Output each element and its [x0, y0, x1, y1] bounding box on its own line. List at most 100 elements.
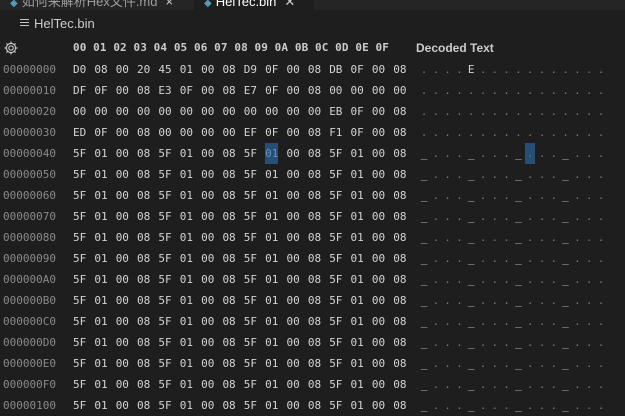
hex-byte[interactable]: 00 [201, 227, 214, 248]
decoded-char[interactable]: . [572, 143, 582, 164]
decoded-char[interactable]: . [584, 143, 594, 164]
decoded-char[interactable]: . [502, 143, 512, 164]
hex-byte[interactable]: 01 [265, 269, 278, 290]
hex-byte[interactable]: 5F [158, 269, 171, 290]
hex-byte[interactable]: 01 [265, 143, 279, 164]
decoded-char[interactable]: . [584, 80, 594, 101]
decoded-char[interactable]: . [478, 269, 488, 290]
decoded-char[interactable]: _ [513, 206, 523, 227]
hex-byte[interactable]: ED [73, 122, 86, 143]
hex-byte[interactable]: 01 [351, 248, 364, 269]
hex-byte[interactable]: 00 [372, 248, 385, 269]
hex-byte[interactable]: 00 [201, 353, 214, 374]
hex-byte[interactable]: 08 [137, 311, 150, 332]
hex-byte[interactable]: 01 [94, 269, 107, 290]
decoded-char[interactable]: _ [419, 227, 429, 248]
decoded-char[interactable]: . [478, 80, 488, 101]
decoded-char[interactable]: . [478, 395, 488, 416]
decoded-char[interactable]: _ [466, 395, 476, 416]
hex-byte[interactable]: 00 [329, 80, 342, 101]
hex-byte[interactable]: 08 [137, 374, 150, 395]
hex-byte[interactable]: 00 [372, 101, 385, 122]
hex-byte[interactable]: 01 [180, 395, 193, 416]
decoded-char[interactable]: _ [419, 374, 429, 395]
decoded-char[interactable]: . [561, 122, 571, 143]
decoded-char[interactable]: . [537, 101, 547, 122]
decoded-char[interactable]: . [537, 143, 547, 164]
decoded-char[interactable]: . [525, 164, 535, 185]
decoded-char[interactable]: . [572, 353, 582, 374]
hex-byte[interactable]: 5F [329, 164, 342, 185]
decoded-char[interactable]: . [454, 101, 464, 122]
hex-byte[interactable]: 01 [94, 290, 107, 311]
decoded-char[interactable]: . [454, 311, 464, 332]
decoded-char[interactable]: . [502, 80, 512, 101]
decoded-char[interactable]: . [490, 353, 500, 374]
decoded-char[interactable]: . [561, 80, 571, 101]
decoded-char[interactable]: . [454, 164, 464, 185]
decoded-char[interactable]: . [443, 59, 453, 80]
hex-byte[interactable]: 00 [287, 353, 300, 374]
hex-byte[interactable]: 5F [158, 332, 171, 353]
decoded-char[interactable]: . [513, 101, 523, 122]
hex-byte[interactable]: 01 [351, 185, 364, 206]
hex-byte[interactable]: 01 [94, 374, 107, 395]
decoded-char[interactable]: . [502, 290, 512, 311]
hex-byte[interactable]: 00 [201, 332, 214, 353]
hex-byte[interactable]: 0F [265, 122, 278, 143]
hex-byte[interactable]: 01 [94, 164, 107, 185]
decoded-char[interactable]: . [596, 311, 606, 332]
hex-byte[interactable]: 5F [244, 206, 257, 227]
decoded-char[interactable]: . [549, 122, 559, 143]
hex-byte[interactable]: 0F [351, 59, 364, 80]
hex-byte[interactable]: 5F [244, 185, 257, 206]
decoded-char[interactable]: . [502, 248, 512, 269]
hex-byte[interactable]: 01 [180, 206, 193, 227]
decoded-char[interactable]: . [549, 143, 559, 164]
decoded-char[interactable]: . [572, 80, 582, 101]
decoded-char[interactable]: . [537, 311, 547, 332]
hex-byte[interactable]: 00 [201, 290, 214, 311]
decoded-char[interactable]: _ [419, 269, 429, 290]
hex-byte[interactable]: 5F [158, 374, 171, 395]
decoded-char[interactable]: . [561, 59, 571, 80]
hex-byte[interactable]: 00 [372, 185, 385, 206]
decoded-char[interactable]: _ [513, 374, 523, 395]
decoded-char[interactable]: . [431, 332, 441, 353]
decoded-char[interactable]: . [584, 248, 594, 269]
hex-byte[interactable]: 08 [222, 353, 235, 374]
decoded-char[interactable]: . [502, 332, 512, 353]
decoded-char[interactable]: . [572, 206, 582, 227]
decoded-char[interactable]: . [537, 269, 547, 290]
hex-byte[interactable]: 08 [393, 227, 406, 248]
decoded-char[interactable]: . [431, 374, 441, 395]
decoded-char[interactable]: . [431, 80, 441, 101]
hex-byte[interactable]: 01 [94, 395, 107, 416]
hex-byte[interactable]: 00 [201, 374, 214, 395]
decoded-char[interactable]: . [478, 59, 488, 80]
decoded-char[interactable]: . [490, 332, 500, 353]
decoded-char[interactable]: . [431, 395, 441, 416]
hex-byte[interactable]: 01 [265, 206, 278, 227]
decoded-char[interactable]: . [537, 80, 547, 101]
decoded-char[interactable]: . [478, 101, 488, 122]
decoded-char[interactable]: . [596, 290, 606, 311]
hex-byte[interactable]: 5F [329, 185, 342, 206]
hex-byte[interactable]: 00 [372, 395, 385, 416]
decoded-char[interactable]: . [549, 80, 559, 101]
hex-byte[interactable]: 5F [329, 395, 342, 416]
hex-byte[interactable]: 01 [94, 332, 107, 353]
decoded-char[interactable]: . [549, 101, 559, 122]
decoded-char[interactable]: . [572, 395, 582, 416]
hex-byte[interactable]: 00 [201, 101, 214, 122]
hex-byte[interactable]: 01 [180, 311, 193, 332]
decoded-char[interactable]: _ [419, 248, 429, 269]
decoded-char[interactable]: . [431, 143, 441, 164]
decoded-char[interactable]: . [513, 59, 523, 80]
hex-byte[interactable]: 08 [308, 269, 321, 290]
hex-byte[interactable]: 5F [329, 290, 342, 311]
hex-byte[interactable]: 00 [287, 185, 300, 206]
decoded-char[interactable]: . [454, 374, 464, 395]
decoded-char[interactable]: . [490, 290, 500, 311]
decoded-char[interactable]: . [502, 311, 512, 332]
